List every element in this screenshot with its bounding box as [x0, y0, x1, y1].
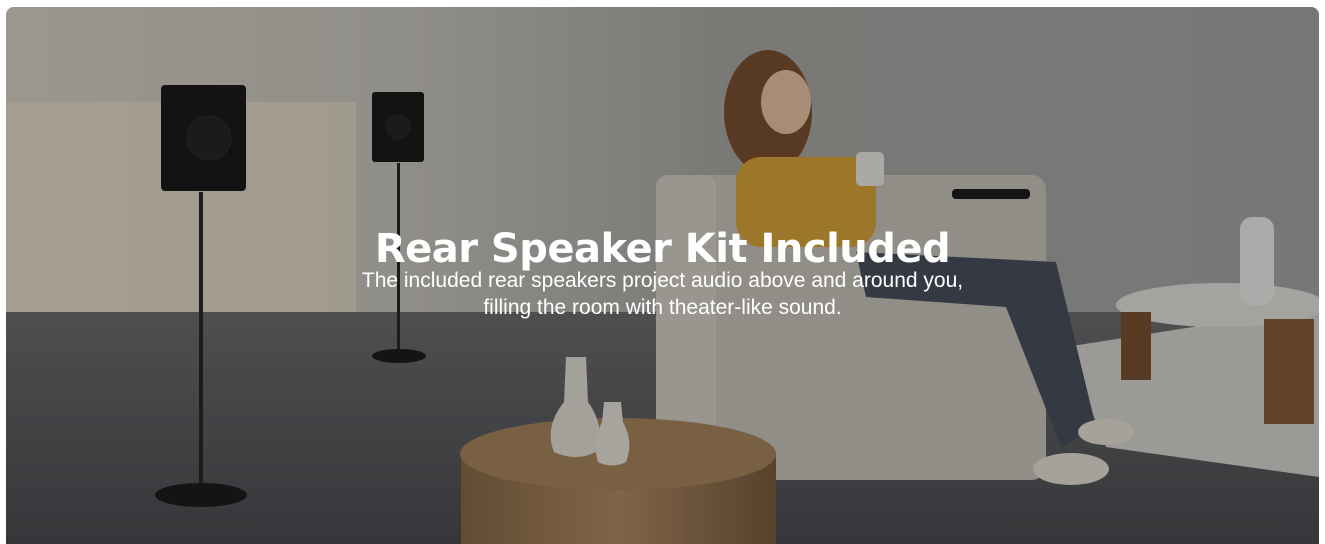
- banner-description-line: filling the room with theater-like sound…: [483, 296, 842, 319]
- feature-banner: Rear Speaker Kit Included The included r…: [6, 7, 1319, 544]
- banner-description-line: The included rear speakers project audio…: [361, 269, 964, 292]
- banner-description: The included rear speakers project audio…: [6, 267, 1319, 321]
